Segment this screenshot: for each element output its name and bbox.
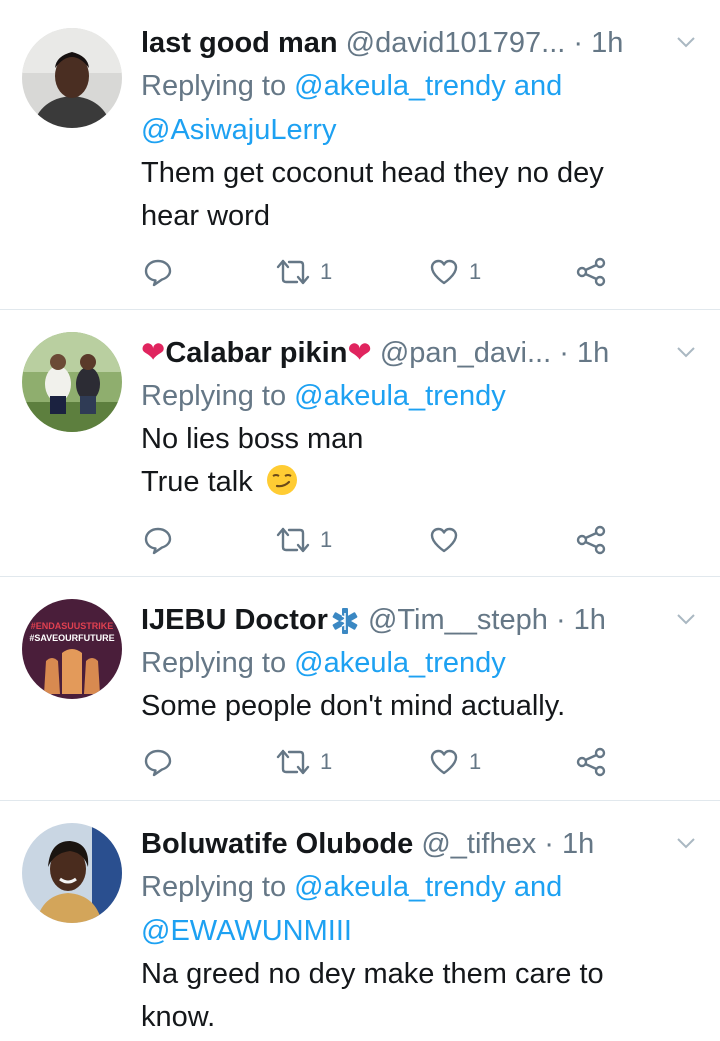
retweet-button[interactable]: 1	[276, 520, 332, 560]
tweet-text: Na greed no dey make them care to know.	[141, 953, 700, 1039]
display-name[interactable]: Boluwatife Olubode	[141, 828, 413, 860]
like-count: 1	[469, 749, 482, 774]
tweet-text-line: hear word	[141, 200, 270, 232]
reply-mention-link[interactable]: @AsiwajuLerry	[141, 114, 336, 146]
tweet-card[interactable]: ❤Calabar pikin❤ @pan_davi... · 1h Replyi…	[0, 310, 720, 577]
tweet-text-line: Them get coconut head they no dey	[141, 157, 604, 189]
timestamp[interactable]: 1h	[574, 604, 606, 636]
user-handle[interactable]: @_tifhex	[421, 828, 536, 860]
user-handle[interactable]: @pan_davi...	[380, 337, 551, 369]
share-icon	[576, 525, 606, 555]
timestamp[interactable]: 1h	[577, 337, 609, 369]
chevron-down-icon[interactable]	[674, 607, 698, 631]
heart-emoji: ❤	[141, 337, 166, 369]
medical-star-icon	[332, 608, 358, 635]
tweet-card[interactable]: #ENDASUUSTRIKE #SAVEOURFUTURE IJEBU Doct…	[0, 577, 720, 801]
avatar[interactable]: #ENDASUUSTRIKE #SAVEOURFUTURE	[22, 599, 122, 699]
heart-icon	[430, 527, 458, 553]
tweet-actions: 1	[141, 520, 611, 560]
replying-prefix: Replying to	[141, 380, 287, 412]
reply-mention-link[interactable]: @akeula_trendy	[294, 380, 506, 412]
reply-icon	[144, 527, 172, 555]
share-button[interactable]	[575, 742, 607, 782]
replying-to: Replying to @akeula_trendy and @EWAWUNMI…	[141, 865, 700, 953]
like-button[interactable]: 1	[429, 742, 481, 782]
tweet-text-line: True talk	[141, 461, 700, 504]
tweet-text-line: Some people don't mind actually.	[141, 690, 566, 722]
replying-to: Replying to @akeula_trendy	[141, 374, 700, 418]
retweet-count: 1	[320, 527, 333, 552]
separator-dot: ·	[544, 828, 554, 860]
timestamp[interactable]: 1h	[591, 27, 623, 59]
chevron-down-icon[interactable]	[674, 831, 698, 855]
reply-mention-link[interactable]: @akeula_trendy and	[294, 70, 562, 102]
tweet-text: Some people don't mind actually.	[141, 685, 700, 728]
tweet-card[interactable]: last good man @david101797... · 1h Reply…	[0, 0, 720, 310]
avatar[interactable]	[22, 823, 122, 923]
tweet-header: ❤Calabar pikin❤ @pan_davi... · 1h	[141, 332, 700, 374]
timestamp[interactable]: 1h	[562, 828, 594, 860]
reply-icon	[144, 749, 172, 777]
replying-to: Replying to @akeula_trendy and @AsiwajuL…	[141, 64, 700, 152]
reply-mention-link[interactable]: @EWAWUNMIII	[141, 915, 352, 947]
display-name[interactable]: Calabar pikin	[165, 337, 347, 369]
heart-icon	[430, 259, 458, 285]
reply-icon	[144, 259, 172, 287]
replying-prefix: Replying to	[141, 871, 287, 903]
separator-dot: ·	[555, 604, 566, 636]
chevron-down-icon[interactable]	[674, 30, 698, 54]
reply-button[interactable]	[143, 742, 173, 782]
reply-mention-link[interactable]: @akeula_trendy	[294, 647, 506, 679]
tweet-card[interactable]: Boluwatife Olubode @_tifhex · 1h Replyin…	[0, 801, 720, 1041]
tweet-text: Them get coconut head they no dey hear w…	[141, 152, 700, 238]
tweet-text-line: No lies boss man	[141, 423, 364, 455]
separator-dot: ·	[559, 337, 569, 369]
retweet-count: 1	[320, 749, 333, 774]
like-button[interactable]: 1	[429, 252, 481, 292]
tweet-header: last good man @david101797... · 1h	[141, 22, 700, 64]
retweet-button[interactable]: 1	[276, 742, 332, 782]
tweet-actions: 1 1	[141, 252, 611, 292]
share-button[interactable]	[575, 252, 607, 292]
like-count: 1	[469, 259, 482, 284]
tweet-actions: 1 1	[141, 742, 611, 782]
heart-icon	[430, 749, 458, 775]
replying-prefix: Replying to	[141, 70, 287, 102]
avatar[interactable]	[22, 332, 122, 432]
share-icon	[576, 257, 606, 287]
reply-button[interactable]	[143, 252, 173, 292]
retweet-icon	[276, 259, 310, 285]
chevron-down-icon[interactable]	[674, 340, 698, 364]
heart-emoji: ❤	[347, 337, 372, 369]
tweet-text-line: Na greed no dey make them care to	[141, 958, 604, 990]
smirk-emoji-icon	[266, 465, 297, 495]
avatar-hashtag-1: #ENDASUUSTRIKE	[31, 621, 114, 631]
tweet-text-line: know.	[141, 1001, 216, 1033]
tweet-text: No lies boss man True talk	[141, 418, 700, 504]
retweet-button[interactable]: 1	[276, 252, 332, 292]
replying-prefix: Replying to	[141, 647, 287, 679]
share-icon	[576, 747, 606, 777]
retweet-count: 1	[320, 259, 333, 284]
tweet-header: IJEBU Doctor @Tim__steph · 1h	[141, 599, 700, 641]
retweet-icon	[276, 749, 310, 775]
share-button[interactable]	[575, 520, 607, 560]
user-handle[interactable]: @david101797...	[346, 27, 566, 59]
separator-dot: ·	[573, 27, 584, 59]
replying-to: Replying to @akeula_trendy	[141, 641, 700, 685]
like-button[interactable]	[429, 520, 459, 560]
avatar[interactable]	[22, 28, 122, 128]
reply-button[interactable]	[143, 520, 173, 560]
tweet-text-fragment: True talk	[141, 466, 253, 498]
retweet-icon	[276, 527, 310, 553]
display-name[interactable]: last good man	[141, 27, 338, 59]
tweet-header: Boluwatife Olubode @_tifhex · 1h	[141, 823, 700, 865]
reply-mention-link[interactable]: @akeula_trendy and	[294, 871, 562, 903]
display-name[interactable]: IJEBU Doctor	[141, 604, 328, 636]
user-handle[interactable]: @Tim__steph	[368, 604, 548, 636]
avatar-hashtag-2: #SAVEOURFUTURE	[29, 633, 114, 643]
